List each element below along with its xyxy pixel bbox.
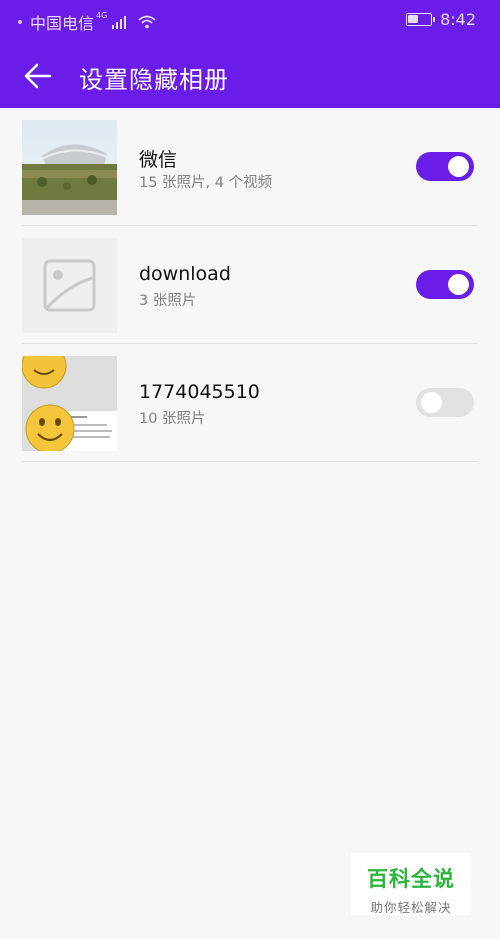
watermark-subtitle: 助你轻松解决 (370, 900, 452, 915)
album-name: 1774045510 (139, 381, 260, 403)
hide-album-toggle[interactable] (416, 152, 474, 181)
arrow-left-icon[interactable] (22, 60, 54, 92)
clock: 8:42 (440, 10, 476, 29)
album-row[interactable]: 1774045510 10 张照片 (22, 344, 478, 462)
album-thumbnail (22, 120, 117, 215)
wifi-icon (138, 15, 156, 29)
watermark-logo: 百科全说 助你轻松解决 (351, 853, 471, 915)
status-left: 中国电信 4G (18, 10, 156, 34)
album-name: 微信 (139, 149, 178, 171)
smiley-icon (25, 404, 75, 451)
carrier-label: 中国电信 (30, 14, 95, 33)
battery-icon (406, 13, 436, 26)
toggle-knob (448, 274, 469, 295)
album-count: 10 张照片 (139, 411, 206, 427)
watermark-title: 百科全说 (367, 867, 455, 891)
toggle-knob (421, 392, 442, 413)
album-thumbnail (22, 238, 117, 333)
album-name: download (139, 263, 231, 285)
network-type: 4G (96, 10, 108, 20)
page-title: 设置隐藏相册 (79, 66, 229, 94)
status-bar: 中国电信 4G 8:42 (0, 0, 500, 42)
album-list: 微信 15 张照片, 4 个视频 download 3 张照片 17740455… (22, 108, 478, 462)
album-count: 15 张照片, 4 个视频 (139, 175, 273, 191)
app-header: 中国电信 4G 8:42 设置隐藏相册 (0, 0, 500, 108)
hide-album-toggle[interactable] (416, 270, 474, 299)
album-thumbnail (22, 356, 117, 451)
notification-dot (18, 20, 22, 24)
signal-icon (112, 15, 127, 29)
toggle-knob (448, 156, 469, 177)
hide-album-toggle[interactable] (416, 388, 474, 417)
album-row[interactable]: 微信 15 张照片, 4 个视频 (22, 108, 478, 226)
album-count: 3 张照片 (139, 293, 197, 309)
image-placeholder-icon (43, 259, 96, 312)
album-row[interactable]: download 3 张照片 (22, 226, 478, 344)
status-right: 8:42 (406, 10, 476, 29)
